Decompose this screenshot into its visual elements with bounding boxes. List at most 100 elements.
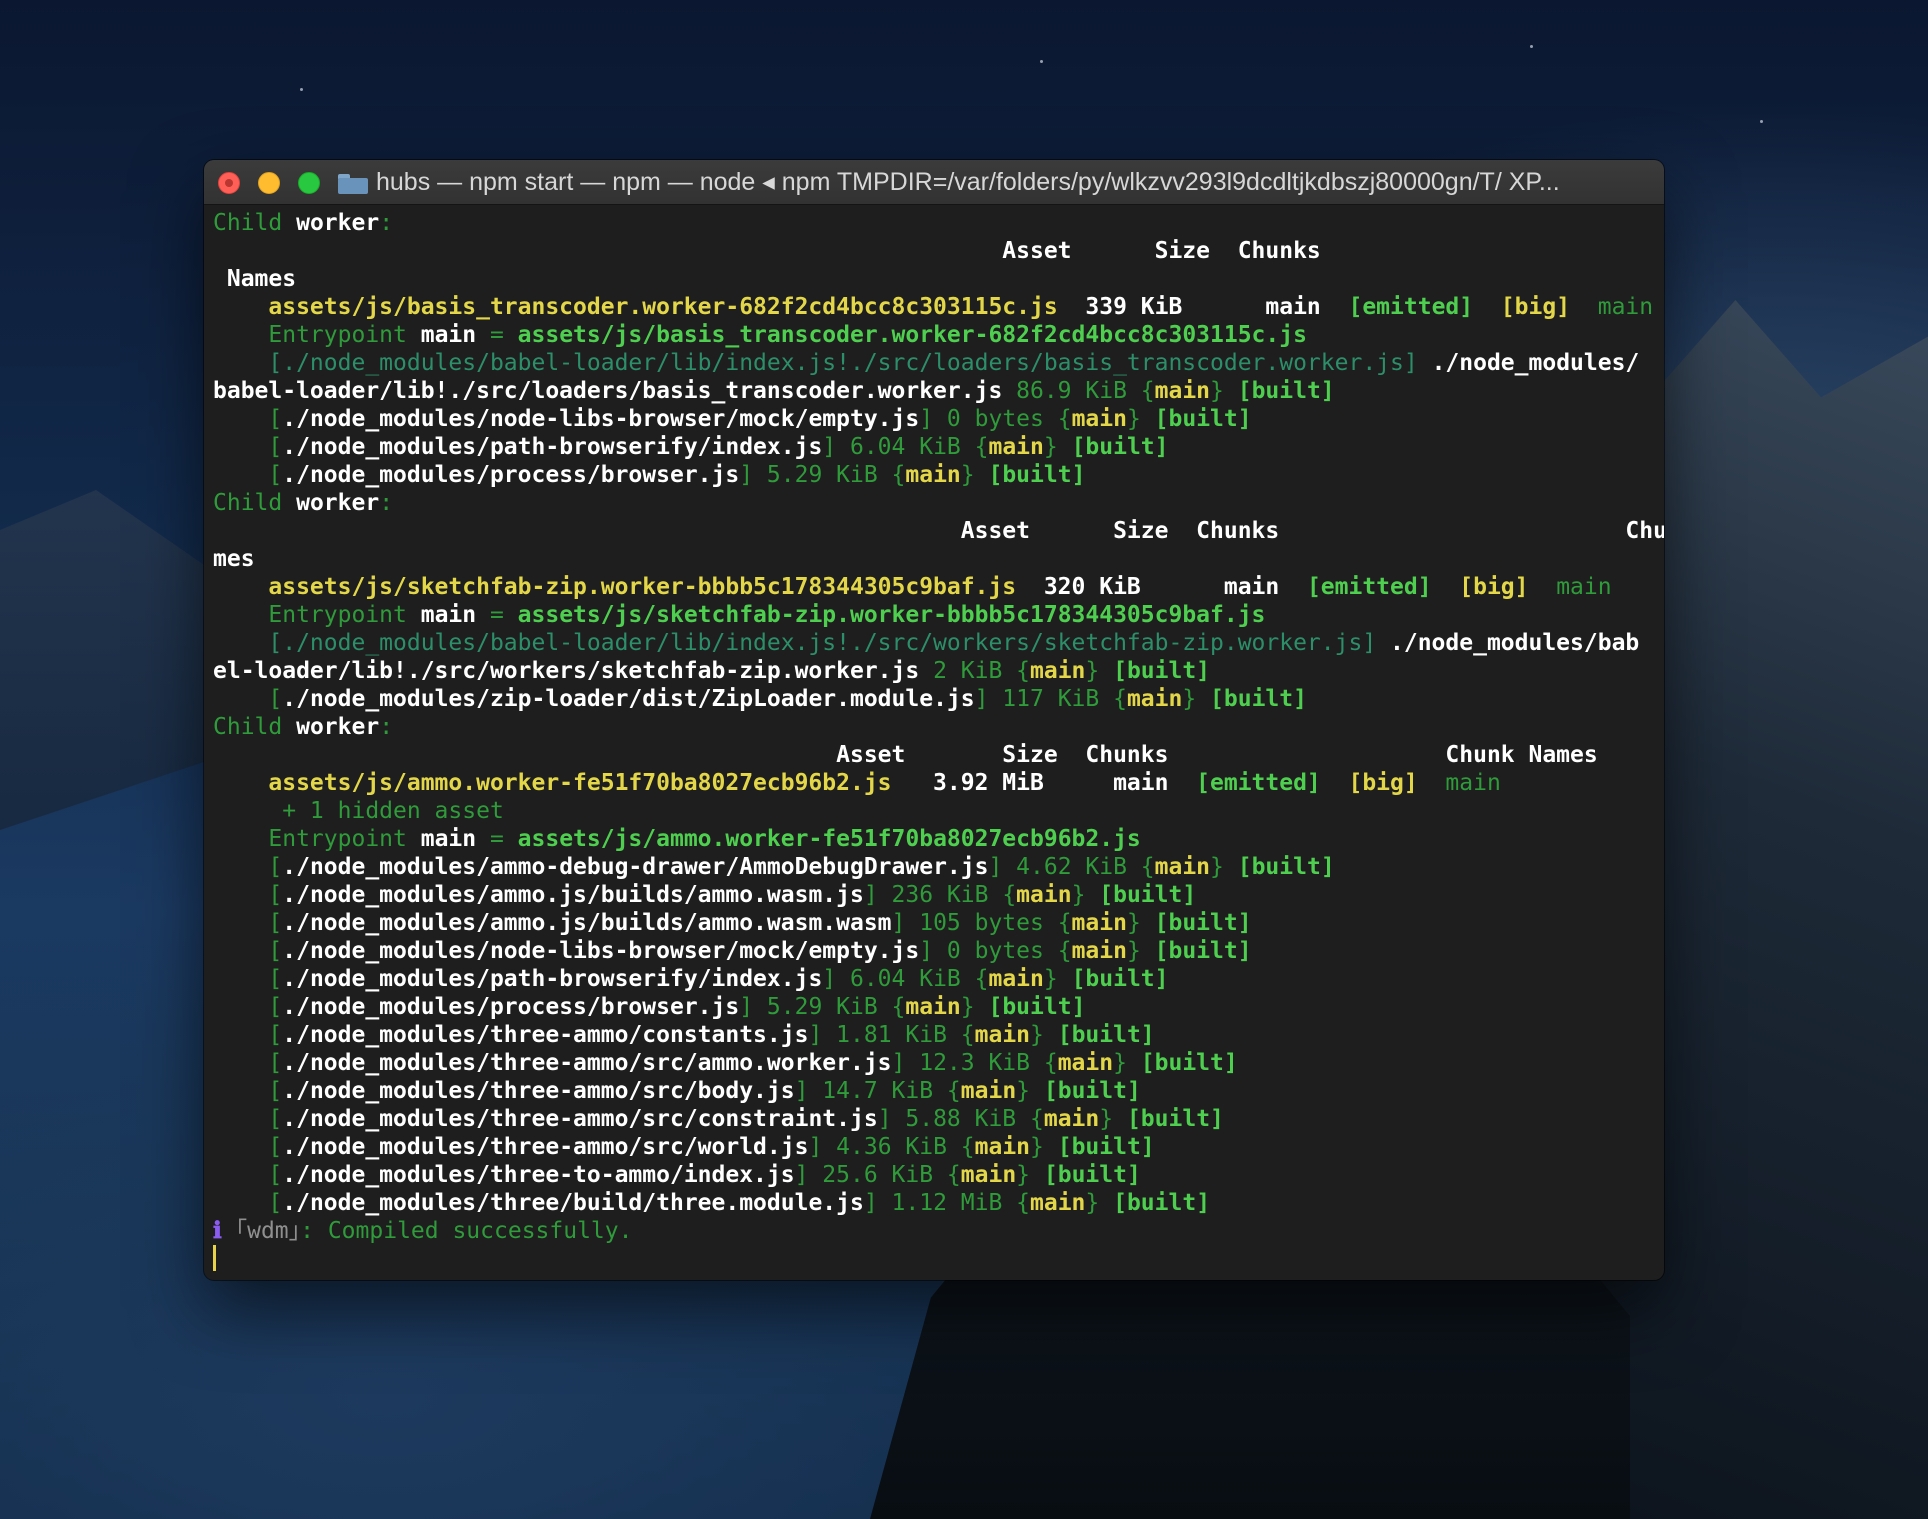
terminal-text: main <box>1417 770 1501 796</box>
terminal-text: [built] <box>1237 378 1335 404</box>
terminal-text: main <box>988 434 1044 460</box>
title-bar[interactable]: hubs — npm start — npm — node ◂ npm TMPD… <box>204 160 1664 205</box>
terminal-text: ] 4.36 KiB { <box>808 1134 975 1160</box>
terminal-text: assets/js/basis_transcoder.worker-682f2c… <box>517 322 1307 348</box>
terminal-line: [./node_modules/path-browserify/index.js… <box>213 433 1656 461</box>
terminal-text: [ <box>213 994 283 1020</box>
terminal-text: [built] <box>1140 1050 1238 1076</box>
terminal-line: [./node_modules/node-libs-browser/mock/e… <box>213 937 1656 965</box>
terminal-text: } <box>1126 910 1155 936</box>
terminal-line: [./node_modules/three-ammo/src/body.js] … <box>213 1077 1656 1105</box>
close-button[interactable] <box>218 172 240 194</box>
terminal-text: ] 236 KiB { <box>863 882 1017 908</box>
terminal-text: = <box>476 322 518 348</box>
terminal-text: } <box>960 462 989 488</box>
terminal-text: [ <box>213 406 283 432</box>
terminal-text: [big] <box>1431 574 1529 600</box>
terminal-line: [./node_modules/path-browserify/index.js… <box>213 965 1656 993</box>
terminal-line: assets/js/sketchfab-zip.worker-bbbb5c178… <box>213 573 1656 601</box>
terminal-text: main <box>1057 1050 1114 1076</box>
terminal-line: [./node_modules/process/browser.js] 5.29… <box>213 461 1656 489</box>
terminal-text: Names <box>213 266 297 292</box>
terminal-text: assets/js/ammo.worker-fe51f70ba8027ecb96… <box>517 826 1141 852</box>
terminal-line: Entrypoint main = assets/js/ammo.worker-… <box>213 825 1656 853</box>
terminal-text: ./node_modules/ammo-debug-drawer/AmmoDeb… <box>282 854 989 880</box>
terminal-text: Child <box>213 714 297 740</box>
terminal-text: [emitted] <box>1348 294 1474 320</box>
terminal-text: [ <box>213 1190 283 1216</box>
terminal-text: main <box>1154 854 1211 880</box>
terminal-text: [ <box>213 1078 283 1104</box>
terminal-text: ./node_modules/three-ammo/src/ammo.worke… <box>282 1050 892 1076</box>
terminal-line: Child worker: <box>213 713 1656 741</box>
terminal-text: ℹ <box>213 1218 222 1244</box>
terminal-text: ./node_modules/three/build/three.module.… <box>282 1190 864 1216</box>
terminal-text: assets/js/sketchfab-zip.worker-bbbb5c178… <box>517 602 1266 628</box>
minimize-button[interactable] <box>258 172 280 194</box>
terminal-line: [./node_modules/three-ammo/constants.js]… <box>213 1021 1656 1049</box>
terminal-text: main <box>1071 938 1127 964</box>
terminal-text: ] 4.62 KiB { <box>988 854 1155 880</box>
terminal-text: ] 0 bytes { <box>919 406 1072 432</box>
terminal-text: [big] <box>1320 770 1418 796</box>
terminal-text: main <box>905 994 961 1020</box>
terminal-line: Child worker: <box>213 489 1656 517</box>
terminal-text: worker <box>296 714 380 740</box>
terminal-line: [./node_modules/three-ammo/src/ammo.work… <box>213 1049 1656 1077</box>
terminal-output[interactable]: Child worker: Asset Size Chunks Chunk Na… <box>204 205 1664 1273</box>
terminal-text: [./node_modules/babel-loader/lib/index.j… <box>213 350 1418 376</box>
terminal-text: main <box>420 322 477 348</box>
terminal-line: babel-loader/lib!./src/loaders/basis_tra… <box>213 377 1656 405</box>
terminal-line: ℹ ｢wdm｣: Compiled successfully. <box>213 1217 1656 1245</box>
terminal-text: + 1 hidden asset <box>213 798 504 824</box>
terminal-text: [built] <box>1043 1162 1141 1188</box>
terminal-text: [built] <box>1057 1134 1155 1160</box>
terminal-text: 3.92 MiB main <box>891 770 1197 796</box>
terminal-line: [./node_modules/three/build/three.module… <box>213 1189 1656 1217</box>
terminal-text: main <box>960 1078 1017 1104</box>
terminal-text: [ <box>213 1134 283 1160</box>
terminal-text: babel-loader/lib!./src/loaders/basis_tra… <box>213 378 1003 404</box>
terminal-window[interactable]: hubs — npm start — npm — node ◂ npm TMPD… <box>204 160 1664 1280</box>
terminal-text: ./node_modules/three-ammo/src/constraint… <box>282 1106 878 1132</box>
terminal-text: : <box>379 490 394 516</box>
terminal-text: ｢wdm｣ <box>221 1218 301 1244</box>
terminal-text: assets/js/basis_transcoder.worker-682f2c… <box>213 294 1058 320</box>
terminal-text: assets/js/ammo.worker-fe51f70ba8027ecb96… <box>213 770 892 796</box>
terminal-text: 339 KiB main <box>1057 294 1349 320</box>
terminal-text: [./node_modules/babel-loader/lib/index.j… <box>213 630 1377 656</box>
terminal-text: ./node_modules/bab <box>1376 630 1640 656</box>
terminal-text: main <box>1030 1190 1086 1216</box>
terminal-line: [./node_modules/ammo-debug-drawer/AmmoDe… <box>213 853 1656 881</box>
terminal-text: ] 1.12 MiB { <box>863 1190 1031 1216</box>
terminal-text: Asset Size Chunks Chunk Names <box>213 742 1598 768</box>
terminal-text: Entrypoint <box>213 322 421 348</box>
terminal-text: [ <box>213 854 283 880</box>
terminal-text: } <box>1210 378 1238 404</box>
terminal-text: [ <box>213 1022 283 1048</box>
terminal-text: [built] <box>1113 1190 1211 1216</box>
terminal-text: } <box>1016 1162 1044 1188</box>
terminal-text: [built] <box>988 462 1086 488</box>
terminal-text: [emitted] <box>1306 574 1432 600</box>
terminal-text: [built] <box>1071 966 1169 992</box>
terminal-text: } <box>1043 966 1072 992</box>
terminal-line: Child worker: <box>213 209 1656 237</box>
terminal-text: [big] <box>1473 294 1571 320</box>
terminal-text: ./node_modules/ammo.js/builds/ammo.wasm.… <box>282 910 892 936</box>
terminal-text: ./node_modules/path-browserify/index.js <box>282 434 823 460</box>
terminal-line: [./node_modules/three-ammo/src/world.js]… <box>213 1133 1656 1161</box>
terminal-text: ./node_modules/node-libs-browser/mock/em… <box>282 938 920 964</box>
terminal-text: ] 117 KiB { <box>974 686 1127 712</box>
terminal-text: } <box>1113 1050 1141 1076</box>
zoom-button[interactable] <box>298 172 320 194</box>
terminal-text: [ <box>213 686 283 712</box>
terminal-text: [ <box>213 1050 283 1076</box>
terminal-text: [built] <box>1043 1078 1141 1104</box>
terminal-text: Entrypoint <box>213 826 421 852</box>
wallpaper-star <box>1530 45 1533 48</box>
terminal-text: ] 25.6 KiB { <box>794 1162 961 1188</box>
terminal-line: Names <box>213 265 1656 293</box>
terminal-text: ./node_modules/process/browser.js <box>282 462 740 488</box>
terminal-text: mes <box>213 546 255 572</box>
